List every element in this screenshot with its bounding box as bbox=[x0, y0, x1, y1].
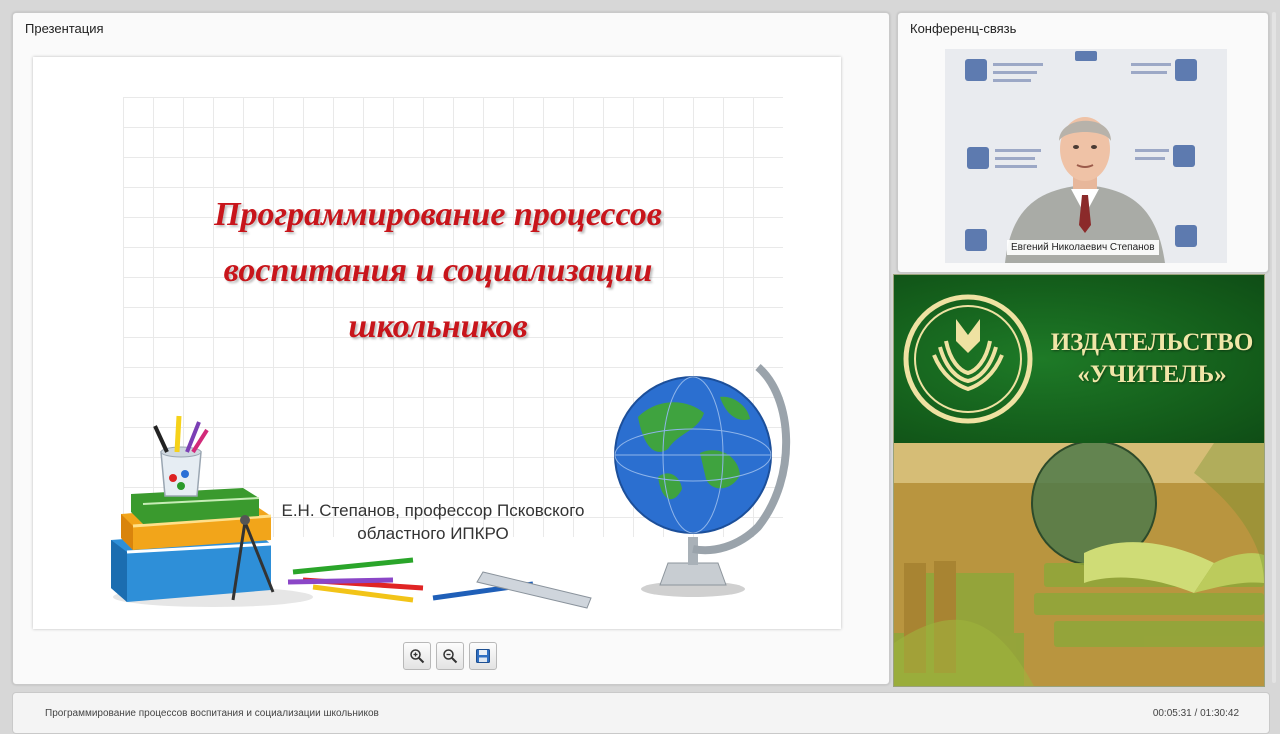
publisher-name: ИЗДАТЕЛЬСТВО «УЧИТЕЛЬ» bbox=[1044, 327, 1260, 391]
slide-title-line-3: школьников bbox=[348, 308, 528, 345]
publisher-logo-icon bbox=[903, 294, 1033, 424]
presentation-panel: Презентация Программирование процессов в… bbox=[12, 12, 890, 685]
slide-author-line-1: Е.Н. Степанов, профессор Псковского bbox=[281, 501, 585, 520]
slide-title: Программирование процессов воспитания и … bbox=[113, 187, 763, 355]
playback-time: 00:05:31 / 01:30:42 bbox=[1152, 708, 1239, 719]
presentation-panel-title: Презентация bbox=[25, 21, 104, 36]
zoom-out-button[interactable] bbox=[436, 642, 464, 670]
conference-panel: Конференц-связь Евгений Николаевич Степа… bbox=[897, 12, 1269, 273]
save-button[interactable] bbox=[469, 642, 497, 670]
publisher-name-line-1: ИЗДАТЕЛЬСТВО bbox=[1050, 329, 1254, 356]
slide-title-line-1: Программирование процессов bbox=[214, 196, 662, 233]
slide-author: Е.Н. Степанов, профессор Псковского обла… bbox=[253, 499, 613, 545]
publisher-banner-top: ИЗДАТЕЛЬСТВО «УЧИТЕЛЬ» bbox=[894, 275, 1264, 443]
slide-title-line-2: воспитания и социализации bbox=[223, 252, 653, 289]
books-globe-image bbox=[894, 443, 1264, 686]
speaker-name-tag: Евгений Николаевич Степанов bbox=[1007, 240, 1159, 255]
floppy-disk-icon bbox=[476, 649, 490, 663]
slide-author-line-2: областного ИПКРО bbox=[357, 524, 509, 543]
zoom-in-icon bbox=[410, 649, 425, 664]
right-edge-scrollbar[interactable] bbox=[1272, 12, 1276, 683]
zoom-in-button[interactable] bbox=[403, 642, 431, 670]
speaker-video-frame bbox=[945, 49, 1227, 263]
bottom-bar: Программирование процессов воспитания и … bbox=[12, 692, 1270, 734]
conference-panel-title: Конференц-связь bbox=[910, 21, 1017, 36]
slide-toolbar bbox=[403, 642, 497, 672]
globe-illustration bbox=[614, 363, 791, 597]
publisher-books-image bbox=[894, 443, 1264, 686]
speaker-video[interactable]: Евгений Николаевич Степанов bbox=[945, 49, 1227, 263]
zoom-out-icon bbox=[443, 649, 458, 664]
presentation-slide: Программирование процессов воспитания и … bbox=[33, 57, 841, 629]
presentation-name: Программирование процессов воспитания и … bbox=[45, 708, 379, 719]
publisher-name-line-2: «УЧИТЕЛЬ» bbox=[1077, 361, 1227, 388]
publisher-banner[interactable]: ИЗДАТЕЛЬСТВО «УЧИТЕЛЬ» bbox=[893, 274, 1265, 687]
